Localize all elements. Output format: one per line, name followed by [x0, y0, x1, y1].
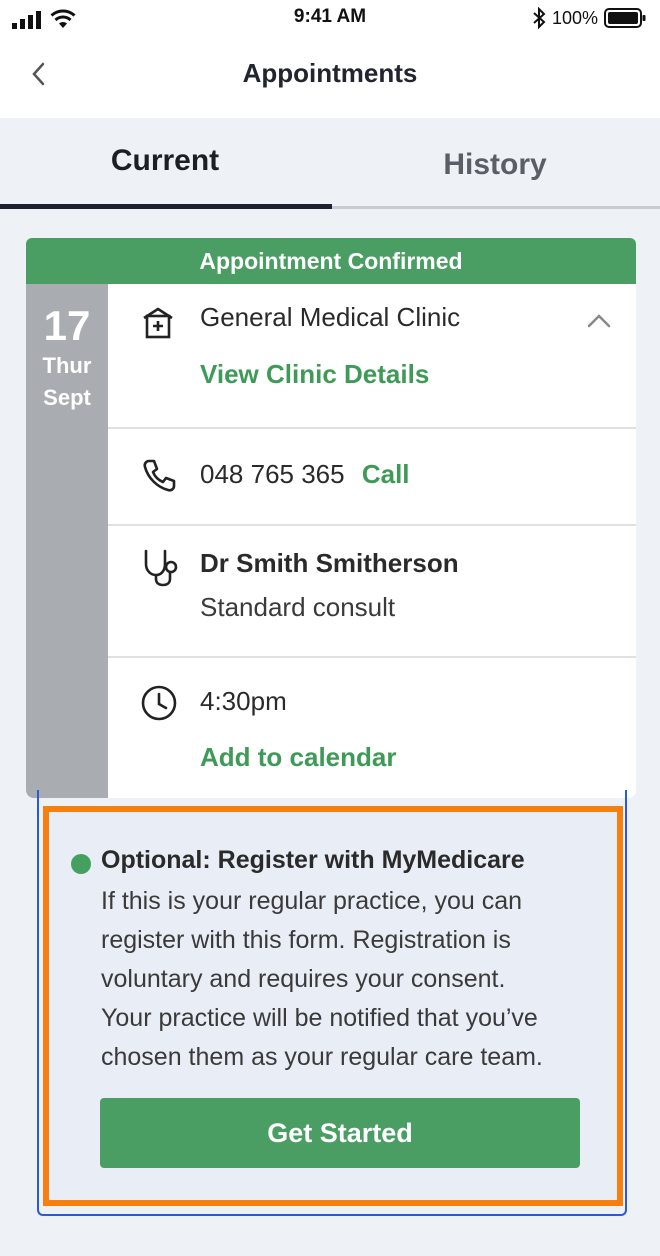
tab-history[interactable]: History [330, 118, 660, 212]
phone-number: 048 765 365 [200, 459, 345, 489]
hospital-icon [143, 307, 173, 339]
tab-active-indicator [0, 204, 332, 209]
stethoscope-icon [144, 549, 178, 587]
date-day: 17 [43, 302, 91, 349]
header: Appointments [0, 38, 660, 118]
register-description: If this is your regular practice, you ca… [101, 882, 611, 1077]
tab-current[interactable]: Current [0, 118, 330, 212]
clinic-name: General Medical Clinic [200, 302, 461, 332]
register-body-line: voluntary and requires your consent. [101, 965, 506, 993]
phone-line: 048 765 365 Call [200, 459, 410, 490]
date-weekday: Thur [42, 353, 92, 378]
get-started-button[interactable]: Get Started [100, 1098, 580, 1168]
register-panel: Optional: Register with MyMedicare If th… [43, 806, 623, 1206]
phone-icon [143, 459, 176, 492]
status-bar: 9:41 AM 100% [0, 0, 660, 38]
chevron-up-icon[interactable] [586, 312, 612, 330]
status-dot [71, 854, 91, 874]
phone-section: 048 765 365 Call [108, 429, 636, 525]
tab-divider [332, 206, 660, 209]
battery-icon [604, 8, 646, 28]
register-title: Optional: Register with MyMedicare [101, 846, 525, 874]
date-month: Sept [43, 385, 91, 410]
bluetooth-icon [533, 7, 546, 29]
register-body-line: register with this form. Registration is [101, 926, 511, 954]
clinic-section: General Medical Clinic View Clinic Detai… [108, 284, 636, 428]
view-clinic-details-link[interactable]: View Clinic Details [200, 359, 429, 390]
date-column: 17 Thur Sept [26, 284, 108, 798]
clock-icon [141, 685, 177, 721]
page-title: Appointments [242, 58, 418, 88]
tab-bar: Current History [0, 118, 660, 212]
doctor-section: Dr Smith Smitherson Standard consult [108, 526, 636, 656]
status-banner: Appointment Confirmed [26, 238, 636, 284]
register-body-line: Your practice will be notified that you’… [101, 1004, 538, 1032]
doctor-name: Dr Smith Smitherson [200, 548, 459, 578]
battery-percent: 100% [551, 7, 598, 28]
add-to-calendar-link[interactable]: Add to calendar [200, 742, 396, 773]
call-link[interactable]: Call [362, 459, 410, 489]
time-section: 4:30pm Add to calendar [108, 658, 636, 798]
appointment-time: 4:30pm [200, 686, 287, 716]
appointment-details: General Medical Clinic View Clinic Detai… [108, 284, 636, 798]
register-body-line: If this is your regular practice, you ca… [101, 887, 523, 915]
status-right: 100% [532, 7, 646, 29]
consult-type: Standard consult [200, 592, 396, 622]
register-body-line: chosen them as your regular care team. [101, 1043, 543, 1071]
